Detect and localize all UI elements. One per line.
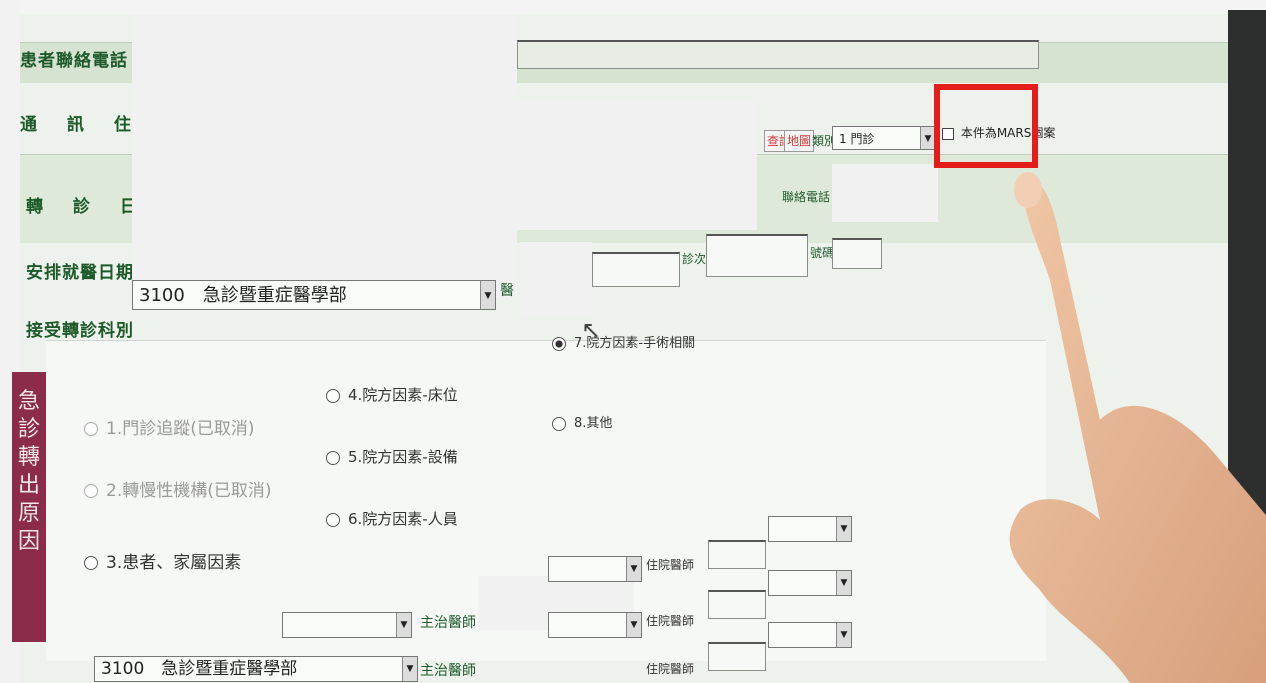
redacted-area: [832, 164, 938, 222]
reason-option-3[interactable]: 3.患者、家屬因素: [84, 548, 241, 573]
map-button[interactable]: 地圖: [784, 130, 815, 152]
address-field[interactable]: [517, 40, 1039, 69]
radio-icon: [552, 336, 566, 351]
top-frame: [0, 0, 1266, 14]
category-select[interactable]: 1 門診 ▼: [832, 126, 936, 150]
hand-shape: [1009, 177, 1266, 683]
mouse-pointer-icon: ↖: [581, 316, 602, 344]
attending-select[interactable]: ▼: [548, 556, 642, 582]
resident-select[interactable]: ▼: [768, 570, 852, 596]
reason-option-label: 2.轉慢性機構(已取消): [106, 481, 272, 501]
visit-count-field[interactable]: [706, 234, 808, 277]
reason-option-label: 5.院方因素-設備: [348, 448, 458, 466]
resident-select[interactable]: ▼: [768, 516, 852, 542]
pointing-hand: [1009, 172, 1266, 683]
dept-select[interactable]: 3100 急診暨重症醫學部 ▼: [94, 656, 418, 682]
resident-field[interactable]: [708, 590, 766, 619]
radio-icon: [84, 484, 98, 498]
visit-count-label: 診次: [682, 252, 707, 266]
chevron-down-icon: ▼: [396, 613, 411, 637]
reason-option-label: 6.院方因素-人員: [348, 510, 458, 528]
date-field[interactable]: [592, 252, 680, 287]
chevron-down-icon: ▼: [836, 517, 851, 541]
reason-option-5[interactable]: 5.院方因素-設備: [326, 446, 458, 467]
fingertip: [1014, 172, 1042, 208]
highlight-box: [934, 84, 1038, 168]
reasons-panel-title: 急診轉出原因: [12, 372, 46, 642]
reason-option-label: 4.院方因素-床位: [348, 386, 458, 404]
chevron-down-icon: ▼: [626, 557, 641, 581]
category-value: 1 門診: [839, 132, 875, 146]
dept-value: 3100 急診暨重症醫學部: [101, 659, 298, 679]
resident-label: 住院醫師: [646, 614, 695, 628]
redacted-area: [132, 14, 517, 298]
reason-option-label: 8.其他: [574, 416, 613, 431]
radio-icon: [326, 450, 340, 465]
reason-option-2[interactable]: 2.轉慢性機構(已取消): [84, 476, 271, 501]
receiving-dept-label: 接受轉診科別: [26, 321, 134, 341]
attending-label: 主治醫師: [420, 615, 476, 631]
chevron-down-icon: ▼: [626, 613, 641, 637]
redacted-area: [520, 242, 592, 318]
receiving-dept-select[interactable]: 3100 急診暨重症醫學部 ▼: [132, 280, 496, 310]
reason-option-4[interactable]: 4.院方因素-床位: [326, 384, 458, 405]
receiving-dept-value: 3100 急診暨重症醫學部: [139, 285, 347, 306]
radio-icon: [326, 512, 340, 527]
number-field[interactable]: [832, 238, 882, 269]
chevron-down-icon: ▼: [836, 571, 851, 595]
contact-phone-label: 聯絡電話: [782, 190, 831, 204]
resident-field[interactable]: [708, 642, 766, 671]
resident-label: 住院醫師: [646, 558, 695, 572]
attending-select[interactable]: ▼: [548, 612, 642, 638]
radio-icon: [552, 416, 566, 431]
redacted-area: [517, 100, 757, 230]
reason-option-6[interactable]: 6.院方因素-人員: [326, 508, 458, 529]
radio-icon: [84, 422, 98, 436]
resident-select[interactable]: ▼: [768, 622, 852, 648]
dept-select[interactable]: ▼: [282, 612, 412, 638]
reason-option-8[interactable]: 8.其他: [552, 412, 612, 431]
chevron-down-icon: ▼: [402, 657, 417, 681]
patient-phone-label: 患者聯絡電話: [20, 51, 128, 71]
reason-option-1[interactable]: 1.門診追蹤(已取消): [84, 414, 254, 439]
radio-icon: [326, 388, 340, 403]
resident-label: 住院醫師: [646, 662, 695, 676]
reason-option-label: 1.門診追蹤(已取消): [106, 419, 255, 439]
resident-field[interactable]: [708, 540, 766, 569]
radio-icon: [84, 556, 98, 570]
reason-option-7[interactable]: 7.院方因素-手術相關: [552, 332, 695, 351]
reason-option-label: 3.患者、家屬因素: [106, 553, 242, 573]
appointment-date-label: 安排就醫日期: [26, 263, 134, 283]
chevron-down-icon: ▼: [480, 281, 495, 309]
chevron-down-icon: ▼: [836, 623, 851, 647]
number-label: 號碼: [810, 246, 835, 260]
doctor-partial-label: 醫: [500, 283, 514, 299]
attending-label: 主治醫師: [420, 663, 476, 679]
chevron-down-icon: ▼: [920, 127, 935, 149]
